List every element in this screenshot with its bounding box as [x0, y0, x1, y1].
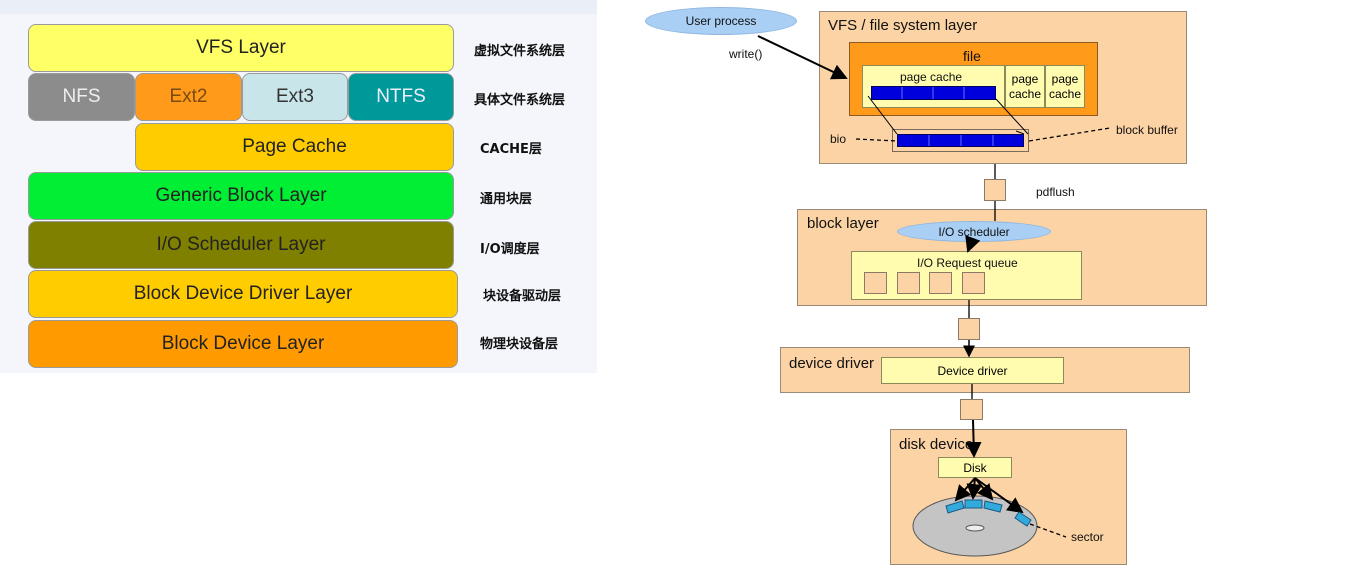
diagram-overlay — [757, 35, 1111, 557]
flow-line-6-arrow — [965, 419, 982, 458]
mapping-line-right2 — [995, 98, 1029, 135]
bio-dashed-line — [855, 138, 898, 142]
mapping-line-right — [1015, 130, 1025, 135]
mapping-line-left — [867, 95, 898, 135]
block-buffer-dashed-line — [1028, 127, 1111, 142]
disk-spindle — [965, 524, 985, 532]
scheduler-to-queue-arrow — [965, 235, 981, 253]
write-arrow — [757, 35, 848, 80]
block-buffer-grid — [928, 135, 994, 146]
page-cache-buffer-grid — [901, 87, 965, 99]
